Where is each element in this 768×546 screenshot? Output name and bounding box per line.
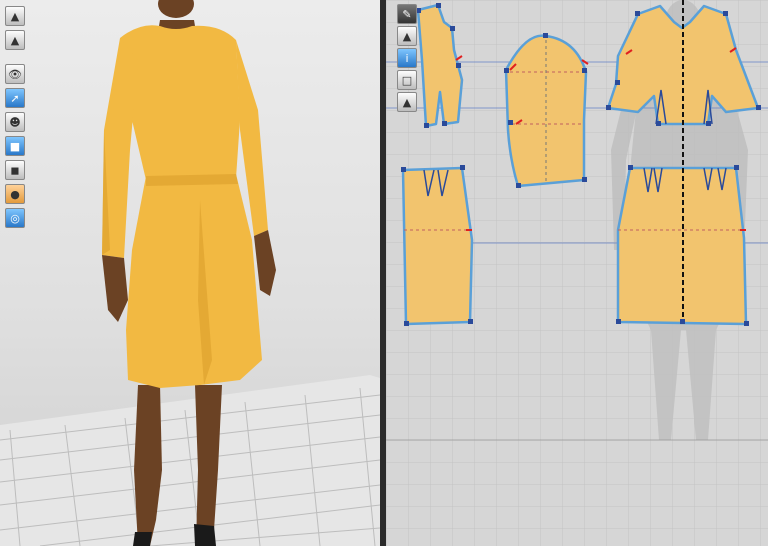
3d-viewport[interactable]: ▲ ▲ 👁 ➚ ☻ ■ ◼ ● ◎ (0, 0, 380, 546)
floor-grid (0, 375, 380, 546)
show-avatar-measure-icon[interactable]: ➚ (5, 88, 25, 108)
show-3d-garment-icon[interactable]: ▲ (397, 26, 417, 46)
dress-3d (102, 25, 268, 388)
info-icon[interactable]: i (397, 48, 417, 68)
texture-icon[interactable]: □ (397, 70, 417, 90)
pattern-edit-icon[interactable]: ✎ (397, 4, 417, 24)
pattern-piece-back-skirt (401, 166, 474, 326)
pattern-toolbar: ✎ ▲ i □ ▲ (397, 4, 417, 112)
2d-pattern-viewport[interactable]: ✎ ▲ i □ ▲ (386, 0, 768, 546)
pattern-canvas (386, 0, 768, 546)
lock-icon[interactable]: ▲ (397, 92, 417, 112)
3d-toolbar: ▲ ▲ 👁 ➚ ☻ ■ ◼ ● ◎ (5, 6, 25, 228)
3d-scene (0, 0, 380, 546)
show-garment-icon[interactable]: 👁 (5, 64, 25, 84)
show-avatar-icon[interactable]: ☻ (5, 112, 25, 132)
3d-garment-properties-icon[interactable]: ▲ (5, 30, 25, 50)
texture-mode-icon[interactable]: ■ (5, 136, 25, 156)
environment-globe-icon[interactable]: ◎ (5, 208, 25, 228)
shaded-mode-icon[interactable]: ◼ (5, 160, 25, 180)
3d-garment-tool-icon[interactable]: ▲ (5, 6, 25, 26)
avatar-skin-icon[interactable]: ● (5, 184, 25, 204)
